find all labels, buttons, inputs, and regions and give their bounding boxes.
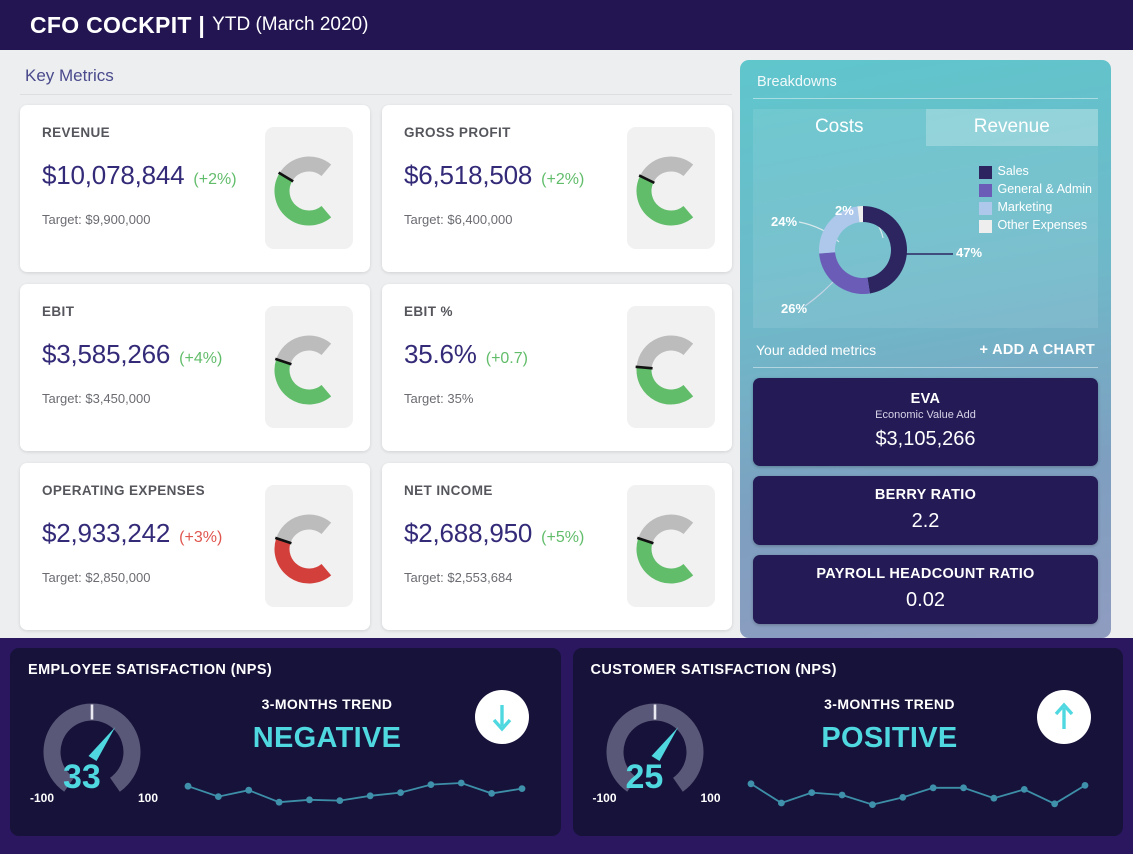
- legend-swatch: [978, 184, 992, 197]
- kpi-gauge: [265, 127, 353, 249]
- kpi-grid: REVENUE $10,078,844 (+2%) Target: $9,900,00…: [20, 105, 732, 630]
- kpi-delta: (+2%): [193, 171, 237, 188]
- added-metric-card[interactable]: EVA Economic Value Add $3,105,266: [753, 378, 1098, 466]
- kpi-delta: (+4%): [179, 350, 223, 367]
- dashboard-body: Key Metrics REVENUE $10,078,844 (+2%) Targe…: [0, 50, 1133, 638]
- nps-trend-block: 3-MONTHS TREND NEGATIVE: [202, 696, 452, 755]
- nps-needle-icon: [88, 727, 116, 761]
- nps-scale-min: -100: [592, 791, 617, 805]
- tab-revenue[interactable]: Revenue: [925, 109, 1098, 146]
- donut-pct-other: 2%: [835, 203, 854, 218]
- legend-label: General & Admin: [997, 182, 1093, 196]
- kpi-gauge: [627, 485, 715, 607]
- kpi-value: 35.6%: [404, 339, 477, 369]
- gauge-arc-svg: [636, 514, 694, 584]
- nps-title: CUSTOMER SATISFACTION (NPS): [590, 662, 837, 678]
- nps-scale-max: 100: [138, 791, 159, 805]
- metric-card-title: PAYROLL HEADCOUNT RATIO: [816, 566, 1035, 582]
- add-a-chart-button[interactable]: + ADD A CHART: [980, 342, 1095, 358]
- tab-costs[interactable]: Costs: [753, 109, 926, 146]
- kpi-value: $2,688,950: [404, 518, 533, 548]
- costs-donut-chart: 2% 24% 26% 47% Sales General & Admin Marke…: [753, 146, 1098, 328]
- dashboard-root: CFO COCKPIT | YTD (March 2020) Key Metri…: [0, 0, 1133, 854]
- nps-card: CUSTOMER SATISFACTION (NPS) -100 100 25 3-MO…: [572, 648, 1123, 836]
- legend-swatch: [978, 202, 992, 215]
- kpi-value: $10,078,844: [42, 160, 185, 190]
- legend-label: Other Expenses: [997, 218, 1088, 232]
- gauge-arc-svg: [274, 514, 332, 584]
- donut-pct-sales: 47%: [956, 245, 983, 260]
- metric-card-subtitle: Economic Value Add: [875, 409, 976, 421]
- down-arrow-icon: [474, 690, 529, 744]
- breakdowns-title: Breakdowns: [753, 72, 1098, 99]
- donut-slice[interactable]: [863, 206, 907, 294]
- donut-legend: Sales General & Admin Marketing Other Expen…: [978, 164, 1093, 233]
- metric-card-value: 0.02: [906, 589, 945, 611]
- nps-trend-label: 3-MONTHS TREND: [261, 696, 393, 712]
- up-arrow-icon: [1037, 690, 1091, 744]
- nps-card: EMPLOYEE SATISFACTION (NPS) -100 100 33 3-MO…: [10, 648, 561, 836]
- kpi-value: $2,933,242: [42, 518, 171, 548]
- kpi-delta: (+0.7): [485, 350, 528, 367]
- kpi-card[interactable]: EBIT % 35.6% (+0.7) Target: 35%: [382, 284, 732, 451]
- kpi-value: $6,518,508: [404, 160, 533, 190]
- donut-pct-marketing: 24%: [771, 214, 798, 229]
- nps-score: 25: [625, 758, 664, 796]
- added-metric-cards: EVA Economic Value Add $3,105,266 BERRY RAT…: [753, 368, 1098, 624]
- added-metrics-label: Your added metrics: [756, 342, 877, 358]
- nps-sparkline: [747, 780, 1088, 808]
- metric-card-title: BERRY RATIO: [874, 487, 977, 503]
- nps-trend-block: 3-MONTHS TREND POSITIVE: [765, 696, 1015, 755]
- kpi-gauge: [627, 127, 715, 249]
- nps-trend-value: POSITIVE: [821, 722, 958, 754]
- nps-needle-icon: [651, 727, 678, 761]
- legend-label: Marketing: [997, 200, 1053, 214]
- legend-swatch: [978, 220, 992, 233]
- nps-trend-value: NEGATIVE: [252, 722, 402, 754]
- metric-card-value: 2.2: [911, 510, 940, 532]
- breakdowns-panel: Breakdowns Costs Revenue 2% 24% 26% 47%: [740, 60, 1111, 638]
- metric-card-title: EVA: [910, 391, 941, 407]
- kpi-card[interactable]: NET INCOME $2,688,950 (+5%) Target: $2,553,…: [382, 463, 732, 630]
- donut-pct-general-admin: 26%: [781, 301, 808, 316]
- gauge-arc-svg: [274, 335, 332, 405]
- breakdowns-tabs: Costs Revenue: [753, 109, 1098, 146]
- kpi-value: $3,585,266: [42, 339, 171, 369]
- nps-title: EMPLOYEE SATISFACTION (NPS): [28, 662, 273, 678]
- kpi-card[interactable]: REVENUE $10,078,844 (+2%) Target: $9,900,00…: [20, 105, 370, 272]
- page-subtitle: YTD (March 2020): [212, 14, 369, 35]
- legend-label: Sales: [997, 164, 1029, 178]
- kpi-card[interactable]: GROSS PROFIT $6,518,508 (+2%) Target: $6,40…: [382, 105, 732, 272]
- added-metric-card[interactable]: PAYROLL HEADCOUNT RATIO 0.02: [753, 555, 1098, 624]
- kpi-gauge: [265, 485, 353, 607]
- nps-sparkline-wrap: [743, 761, 1093, 824]
- nps-sparkline: [184, 779, 526, 806]
- gauge-arc-svg: [274, 156, 332, 226]
- app-header: CFO COCKPIT | YTD (March 2020): [0, 0, 1133, 50]
- kpi-gauge: [265, 306, 353, 428]
- metric-card-value: $3,105,266: [875, 428, 976, 450]
- kpi-card[interactable]: OPERATING EXPENSES $2,933,242 (+3%) Target:…: [20, 463, 370, 630]
- kpi-gauge: [627, 306, 715, 428]
- gauge-arc-svg: [635, 335, 694, 405]
- key-metrics-label: Key Metrics: [20, 60, 732, 95]
- nps-scale-min: -100: [30, 791, 55, 805]
- kpi-card[interactable]: EBIT $3,585,266 (+4%) Target: $3,450,000: [20, 284, 370, 451]
- nps-scale-max: 100: [700, 791, 721, 805]
- nps-score: 33: [63, 758, 101, 796]
- kpi-delta: (+2%): [541, 171, 585, 188]
- added-metrics-row: Your added metrics + ADD A CHART: [753, 342, 1098, 368]
- nps-sparkline-wrap: [180, 761, 530, 824]
- key-metrics-panel: Key Metrics REVENUE $10,078,844 (+2%) Targe…: [20, 60, 732, 638]
- added-metric-card[interactable]: BERRY RATIO 2.2: [753, 476, 1098, 545]
- kpi-delta: (+3%): [179, 529, 223, 546]
- legend-swatch: [978, 166, 992, 179]
- kpi-delta: (+5%): [541, 529, 585, 546]
- nps-section: EMPLOYEE SATISFACTION (NPS) -100 100 33 3-MO…: [0, 638, 1133, 854]
- nps-trend-label: 3-MONTHS TREND: [824, 696, 955, 712]
- page-title: CFO COCKPIT |: [30, 11, 206, 38]
- gauge-arc-svg: [636, 156, 694, 226]
